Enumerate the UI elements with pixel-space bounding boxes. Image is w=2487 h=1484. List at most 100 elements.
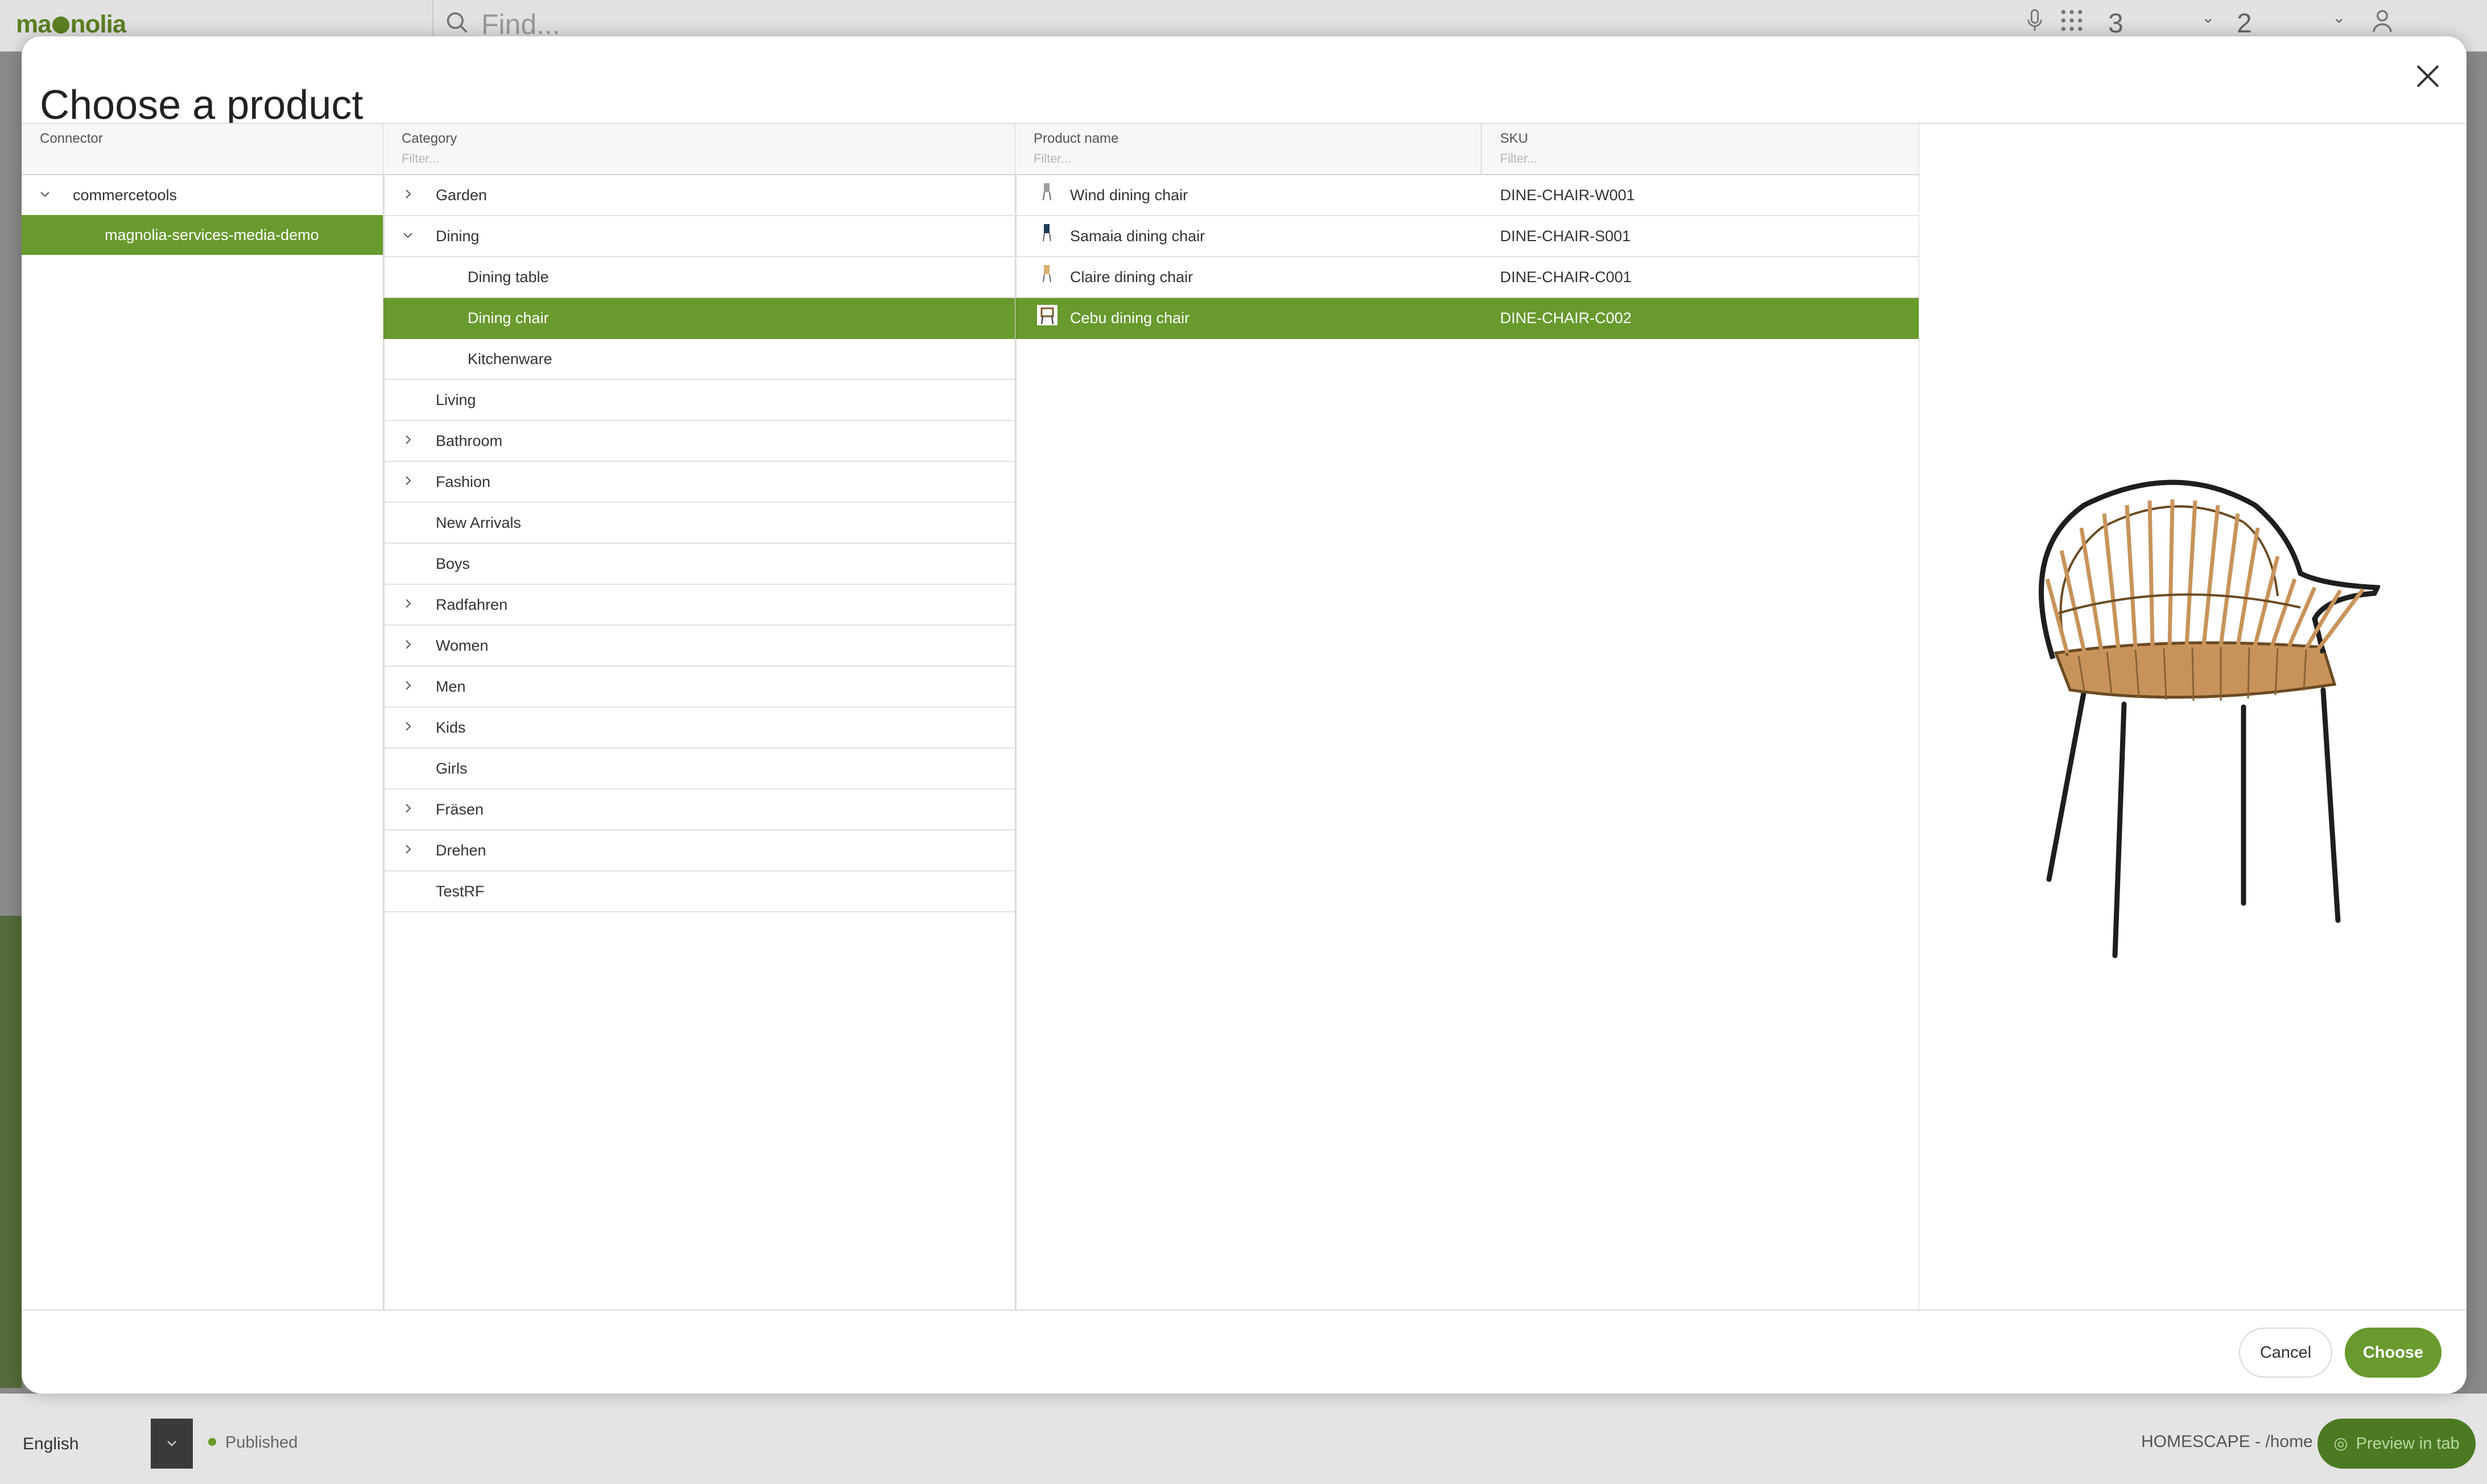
tree-item-commercetools[interactable]: commercetools bbox=[22, 175, 383, 215]
category-item-fr-sen[interactable]: Fräsen bbox=[383, 789, 1015, 830]
chair-preview-image bbox=[2038, 479, 2380, 958]
category-column-header: Category bbox=[383, 124, 1015, 174]
connector-panel: Connector commercetools magnolia-service… bbox=[22, 124, 385, 1309]
chevron-right-icon[interactable] bbox=[402, 720, 414, 733]
category-item-radfahren[interactable]: Radfahren bbox=[383, 585, 1015, 626]
connector-tree: commercetools magnolia-services-media-de… bbox=[22, 175, 383, 255]
category-item-bathroom[interactable]: Bathroom bbox=[383, 421, 1015, 462]
chevron-right-icon[interactable] bbox=[402, 474, 414, 487]
product-sku: DINE-CHAIR-C001 bbox=[1500, 268, 1632, 286]
product-sku: DINE-CHAIR-S001 bbox=[1500, 228, 1631, 245]
category-panel: Category Garden Dining Dining table Dining … bbox=[383, 124, 1017, 1309]
tree-item-label: commercetools bbox=[73, 187, 177, 204]
category-item-fashion[interactable]: Fashion bbox=[383, 462, 1015, 503]
connector-column-header: Connector bbox=[22, 124, 383, 174]
category-item-label: Drehen bbox=[436, 842, 486, 859]
dialog-title: Choose a product bbox=[40, 82, 363, 129]
product-thumbnail bbox=[1043, 183, 1051, 201]
cancel-button[interactable]: Cancel bbox=[2239, 1328, 2332, 1378]
category-item-women[interactable]: Women bbox=[383, 626, 1015, 667]
choose-button[interactable]: Choose bbox=[2345, 1328, 2441, 1378]
magnolia-logo[interactable]: ma nolia bbox=[16, 10, 126, 39]
chevron-right-icon[interactable] bbox=[402, 188, 414, 200]
chevron-right-icon[interactable] bbox=[402, 638, 414, 651]
category-item-dining[interactable]: Dining bbox=[383, 216, 1015, 257]
product-preview bbox=[1919, 124, 2467, 1309]
preview-in-tab-button[interactable]: ◎ Preview in tab bbox=[2317, 1419, 2476, 1469]
sku-column-header[interactable]: SKU bbox=[1482, 124, 1919, 174]
category-item-label: Men bbox=[436, 678, 466, 695]
chevron-right-icon[interactable] bbox=[402, 597, 414, 610]
category-item-drehen[interactable]: Drehen bbox=[383, 830, 1015, 871]
category-item-girls[interactable]: Girls bbox=[383, 749, 1015, 789]
product-thumbnail bbox=[1037, 305, 1057, 325]
product-name-header-label: Product name bbox=[1034, 131, 1119, 146]
category-item-garden[interactable]: Garden bbox=[383, 175, 1015, 216]
chevron-right-icon[interactable] bbox=[402, 802, 414, 815]
product-name-column-header[interactable]: Product name bbox=[1015, 124, 1482, 174]
category-item-label: Garden bbox=[436, 187, 488, 204]
chevron-right-icon[interactable] bbox=[402, 433, 414, 446]
chevron-right-icon[interactable] bbox=[402, 679, 414, 692]
product-row[interactable]: Wind dining chair DINE-CHAIR-W001 bbox=[1015, 175, 1919, 216]
chevron-down-icon[interactable] bbox=[39, 188, 51, 200]
tree-item-label: magnolia-services-media-demo bbox=[105, 226, 319, 243]
chevron-right-icon[interactable] bbox=[402, 843, 414, 855]
sku-header-label: SKU bbox=[1500, 131, 1528, 146]
close-icon[interactable] bbox=[2411, 59, 2445, 93]
product-thumbnail bbox=[1043, 265, 1051, 283]
tree-item-magnolia-services-media-demo[interactable]: magnolia-services-media-demo bbox=[22, 215, 383, 255]
product-sku: DINE-CHAIR-C002 bbox=[1500, 309, 1632, 326]
category-filter-input[interactable] bbox=[402, 150, 572, 167]
category-item-label: Kitchenware bbox=[468, 350, 552, 367]
category-item-label: Kids bbox=[436, 719, 466, 736]
product-name: Samaia dining chair bbox=[1070, 228, 1205, 245]
category-item-label: Dining chair bbox=[468, 309, 549, 326]
language-value: English bbox=[23, 1435, 79, 1453]
category-item-dining-table[interactable]: Dining table bbox=[383, 257, 1015, 298]
dialog-footer: Cancel Choose bbox=[22, 1309, 2467, 1394]
chevron-down-icon[interactable] bbox=[151, 1419, 193, 1469]
category-item-label: Fashion bbox=[436, 473, 491, 490]
category-item-men[interactable]: Men bbox=[383, 667, 1015, 708]
status-label: Published bbox=[225, 1433, 298, 1452]
search-icon bbox=[447, 12, 468, 33]
category-item-kitchenware[interactable]: Kitchenware bbox=[383, 339, 1015, 380]
category-item-living[interactable]: Living bbox=[383, 380, 1015, 421]
chevron-down-icon[interactable] bbox=[402, 229, 414, 241]
category-header-label: Category bbox=[402, 131, 457, 146]
category-item-label: Boys bbox=[436, 555, 470, 572]
product-name: Cebu dining chair bbox=[1070, 309, 1190, 326]
category-item-kids[interactable]: Kids bbox=[383, 708, 1015, 749]
connector-header: Connector bbox=[22, 124, 383, 175]
category-item-new-arrivals[interactable]: New Arrivals bbox=[383, 503, 1015, 544]
choose-product-dialog: Choose a product Connector commercetools… bbox=[22, 36, 2467, 1394]
products-panel: Product name SKU Wind dining chair DINE-C… bbox=[1015, 124, 1920, 1309]
product-row[interactable]: Cebu dining chair DINE-CHAIR-C002 bbox=[1015, 298, 1919, 339]
product-sku: DINE-CHAIR-W001 bbox=[1500, 187, 1635, 204]
language-select[interactable]: English bbox=[8, 1419, 193, 1469]
product-list: Wind dining chair DINE-CHAIR-W001 Samaia d… bbox=[1015, 175, 1919, 339]
category-item-label: Women bbox=[436, 637, 489, 654]
category-item-label: Bathroom bbox=[436, 432, 503, 449]
category-header: Category bbox=[383, 124, 1015, 175]
category-item-label: Dining bbox=[436, 228, 480, 245]
product-row[interactable]: Samaia dining chair DINE-CHAIR-S001 bbox=[1015, 216, 1919, 257]
category-item-label: New Arrivals bbox=[436, 514, 522, 531]
category-item-dining-chair[interactable]: Dining chair bbox=[383, 298, 1015, 339]
category-item-label: Girls bbox=[436, 760, 468, 777]
status-dot-icon bbox=[208, 1438, 216, 1446]
category-item-boys[interactable]: Boys bbox=[383, 544, 1015, 585]
product-name-filter-input[interactable] bbox=[1034, 150, 1204, 167]
product-name: Claire dining chair bbox=[1070, 268, 1193, 286]
category-item-testrf[interactable]: TestRF bbox=[383, 871, 1015, 912]
page-background-image bbox=[0, 916, 22, 1388]
page-path: HOMESCAPE - /home bbox=[2141, 1432, 2313, 1451]
sku-filter-input[interactable] bbox=[1500, 150, 1671, 167]
category-item-label: Dining table bbox=[468, 268, 549, 286]
product-row[interactable]: Claire dining chair DINE-CHAIR-C001 bbox=[1015, 257, 1919, 298]
eye-icon: ◎ bbox=[2333, 1435, 2348, 1453]
category-item-label: TestRF bbox=[436, 883, 485, 900]
publish-status: Published bbox=[208, 1433, 298, 1452]
category-item-label: Living bbox=[436, 391, 476, 408]
